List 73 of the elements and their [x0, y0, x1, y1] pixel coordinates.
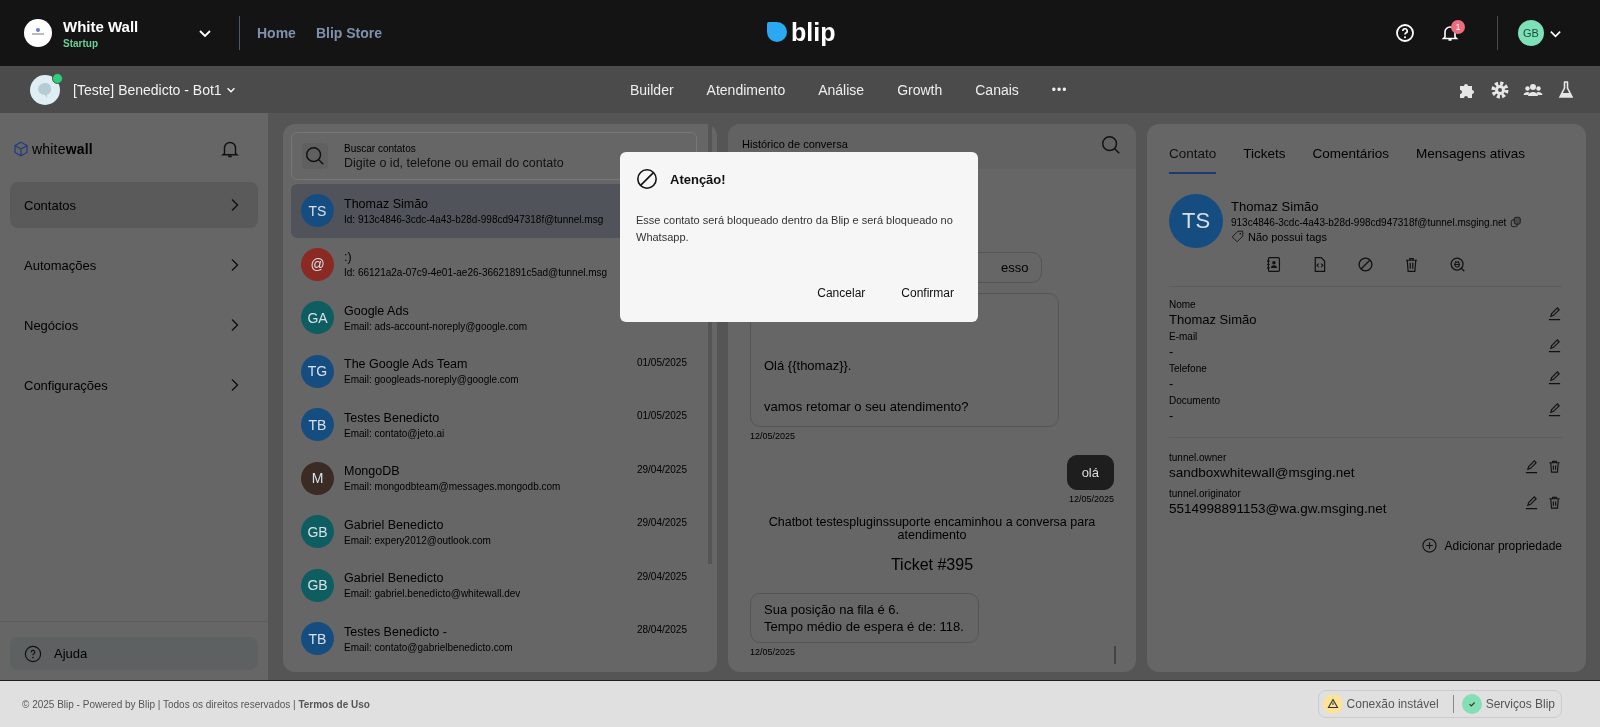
status-label: Conexão instável	[1346, 697, 1439, 711]
property-label: tunnel.originator	[1169, 488, 1241, 499]
message-time: 12/05/2025	[1068, 494, 1114, 504]
contact-avatar: GA	[301, 301, 334, 335]
contact-detail: Email: googleads-noreply@google.com	[344, 374, 519, 386]
contact-avatar: GB	[301, 515, 334, 549]
status-label: Serviços Blip	[1485, 697, 1555, 711]
contact-name: Testes Benedicto -	[344, 624, 447, 639]
property-value: sandboxwhitewall@msging.net	[1169, 465, 1355, 480]
contact-name: Google Ads	[344, 303, 409, 318]
search-label: Buscar contatos	[344, 142, 416, 154]
contact-name: The Google Ads Team	[344, 357, 468, 372]
message-text: vamos retomar o seu atendimento?	[764, 399, 970, 414]
field-value: -	[1169, 344, 1174, 359]
brand-name: whitewall	[32, 141, 93, 157]
message-text: Sua posição na fila é 6.	[764, 602, 901, 617]
property-value: 5514998891153@wa.gw.msging.net	[1169, 501, 1387, 516]
contact-detail: Email: contato@gabrielbenedicto.com	[344, 641, 513, 653]
ticket-number: Ticket #395	[890, 556, 974, 574]
org-plan: Startup	[63, 37, 99, 49]
field-value: -	[1169, 376, 1174, 391]
contact-date: 29/04/2025	[636, 517, 687, 528]
message-time: 12/05/2025	[750, 647, 796, 657]
contact-detail: Email: expery2012@outlook.com	[344, 534, 491, 546]
contact-date: 29/04/2025	[636, 570, 687, 582]
notification-badge: 1	[1451, 20, 1465, 34]
message-bubble: olá	[1066, 455, 1114, 490]
copyright-text: © 2025 Blip - Powered by Blip | Todos os direitos reservados | Termos de Uso	[22, 698, 370, 710]
contact-detail: Id: 66121a2a-07c9-4e01-ae26-36621891c5ad@tunnel.msg	[344, 267, 608, 279]
contact-avatar: @	[301, 247, 334, 281]
property-label: tunnel.owner	[1169, 452, 1227, 463]
contact-detail: Email: gabriel.benedicto@whitewall.dev	[344, 588, 521, 600]
logo-text: blip	[791, 18, 836, 46]
contact-detail: Email: contato@jeto.ai	[344, 427, 445, 439]
contact-name: Thomaz Simão	[344, 196, 429, 211]
contact-detail: Email: mongodbteam@messages.mongodb.com	[344, 481, 561, 493]
system-message: Chatbot testespluginssuporte encaminhou a conversa para atendimento	[767, 516, 1097, 542]
contact-name: Thomaz Simão	[1231, 199, 1319, 214]
field-value: Thomaz Simão	[1169, 312, 1257, 327]
field-label: Documento	[1169, 395, 1221, 406]
sidebar-item-label: Configurações	[24, 377, 108, 393]
contact-avatar: TB	[301, 408, 334, 442]
contact-detail: Id: 913c4846-3cdc-4a43-b28d-998cd947318f@tunnel.msg	[344, 213, 604, 225]
tags-text: Não possui tags	[1248, 230, 1327, 243]
org-name: White Wall	[63, 17, 140, 35]
contact-avatar: TS	[301, 194, 334, 228]
contact-name: MongoDB	[344, 464, 400, 479]
message-text: Tempo médio de espera é de: 118.	[764, 619, 964, 634]
contact-date: 28/04/2025	[636, 624, 687, 635]
contact-name: :)	[344, 250, 352, 265]
contact-name: Gabriel Benedicto	[344, 517, 444, 532]
contact-id: 913c4846-3cdc-4a43-b28d-998cd947318f@tunnel.msging.net	[1231, 216, 1507, 228]
contact-avatar: GB	[301, 568, 334, 602]
contact-detail: Email: ads-account-noreply@google.com	[344, 320, 528, 332]
contact-date: 29/04/2025	[636, 463, 687, 475]
contact-avatar: M	[301, 461, 334, 495]
contact-date: 01/05/2025	[636, 410, 687, 421]
contact-name: Testes Benedicto	[344, 410, 440, 425]
sidebar-item-label: Contatos	[24, 197, 77, 213]
contact-date: 01/05/2025	[636, 356, 687, 368]
contact-avatar: TG	[301, 354, 334, 388]
sidebar-item-label: Negócios	[24, 317, 79, 333]
field-label: Telefone	[1169, 363, 1207, 374]
contact-avatar: TB	[301, 622, 334, 656]
contact-avatar: TS	[1169, 194, 1223, 248]
contact-name: Gabriel Benedicto	[344, 571, 444, 586]
field-label: Nome	[1169, 299, 1196, 310]
field-value: -	[1169, 408, 1174, 423]
field-label: E-mail	[1169, 331, 1198, 342]
message-time: 12/05/2025	[750, 431, 796, 441]
message-text: Olá {{thomaz}}.	[764, 358, 853, 373]
sidebar-item-label: Automações	[24, 257, 97, 273]
chat-title: Histórico de conversa	[742, 138, 848, 150]
